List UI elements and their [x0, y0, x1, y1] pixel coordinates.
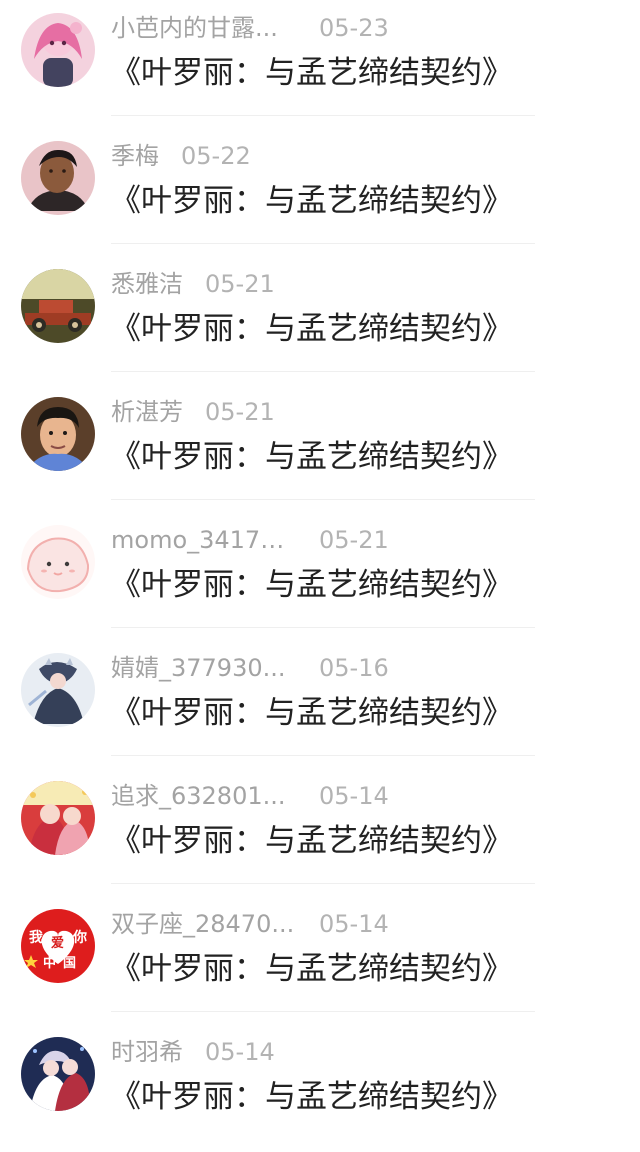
comment-text[interactable]: 《叶罗丽：与孟艺缔结契约》: [110, 948, 513, 990]
comment-meta: 悉雅洁 05-21: [111, 268, 275, 300]
anime-girl-pink-avatar-icon[interactable]: [21, 13, 95, 87]
comment-item[interactable]: 时羽希 05-14 《叶罗丽：与孟艺缔结契约》: [0, 1024, 640, 1152]
toy-car-photo-avatar-icon[interactable]: [21, 269, 95, 343]
comment-item[interactable]: 婧婧_377930... 05-16 《叶罗丽：与孟艺缔结契约》: [0, 640, 640, 768]
comment-meta: 小芭内的甘露... 05-23: [111, 12, 389, 44]
anime-couple-avatar-icon[interactable]: [21, 1037, 95, 1111]
comment-meta: 婧婧_377930... 05-16: [111, 652, 389, 684]
comment-item[interactable]: 我 爱 你 中 国 双子座_28470... 05-14 《叶罗丽：与孟艺缔结契约…: [0, 896, 640, 1024]
comment-text[interactable]: 《叶罗丽：与孟艺缔结契约》: [110, 820, 513, 862]
avatar-char-2: 爱: [51, 935, 64, 951]
comment-list: 小芭内的甘露... 05-23 《叶罗丽：与孟艺缔结契约》 季梅 05-22 《叶罗…: [0, 0, 640, 1152]
username[interactable]: 双子座_28470...: [111, 908, 297, 940]
heart-china-avatar-icon[interactable]: 我 爱 你 中 国: [21, 909, 95, 983]
child-photo-avatar-icon[interactable]: [21, 397, 95, 471]
comment-date: 05-14: [205, 1038, 275, 1066]
username[interactable]: 小芭内的甘露...: [111, 12, 297, 44]
comment-date: 05-14: [319, 782, 389, 810]
comment-item[interactable]: 析湛芳 05-21 《叶罗丽：与孟艺缔结契约》: [0, 384, 640, 512]
comment-text[interactable]: 《叶罗丽：与孟艺缔结契约》: [110, 564, 513, 606]
divider: [111, 755, 535, 756]
anime-warrior-avatar-icon[interactable]: [21, 653, 95, 727]
divider: [111, 371, 535, 372]
comment-text[interactable]: 《叶罗丽：与孟艺缔结契约》: [110, 308, 513, 350]
comment-text[interactable]: 《叶罗丽：与孟艺缔结契约》: [110, 52, 513, 94]
comment-meta: 追求_632801... 05-14: [111, 780, 389, 812]
avatar-char-5: 国: [63, 956, 76, 971]
username[interactable]: momo_34179...: [111, 524, 297, 556]
cute-blob-avatar-icon[interactable]: [21, 525, 95, 599]
comment-meta: momo_34179... 05-21: [111, 524, 389, 556]
comment-text[interactable]: 《叶罗丽：与孟艺缔结契约》: [110, 1076, 513, 1118]
divider: [111, 627, 535, 628]
username[interactable]: 婧婧_377930...: [111, 652, 297, 684]
person-photo-avatar-icon[interactable]: [21, 141, 95, 215]
comment-item[interactable]: 季梅 05-22 《叶罗丽：与孟艺缔结契约》: [0, 128, 640, 256]
username[interactable]: 时羽希: [111, 1036, 183, 1068]
comment-item[interactable]: 小芭内的甘露... 05-23 《叶罗丽：与孟艺缔结契约》: [0, 0, 640, 128]
comment-item[interactable]: 追求_632801... 05-14 《叶罗丽：与孟艺缔结契约》: [0, 768, 640, 896]
divider: [111, 115, 535, 116]
username[interactable]: 追求_632801...: [111, 780, 297, 812]
comment-date: 05-22: [181, 142, 251, 170]
comment-meta: 时羽希 05-14: [111, 1036, 275, 1068]
comment-date: 05-21: [205, 270, 275, 298]
comment-date: 05-23: [319, 14, 389, 42]
comment-date: 05-21: [205, 398, 275, 426]
divider: [111, 499, 535, 500]
comment-date: 05-21: [319, 526, 389, 554]
comment-date: 05-14: [319, 910, 389, 938]
comment-item[interactable]: 悉雅洁 05-21 《叶罗丽：与孟艺缔结契约》: [0, 256, 640, 384]
comment-date: 05-16: [319, 654, 389, 682]
comment-text[interactable]: 《叶罗丽：与孟艺缔结契约》: [110, 692, 513, 734]
divider: [111, 243, 535, 244]
divider: [111, 1011, 535, 1012]
comment-text[interactable]: 《叶罗丽：与孟艺缔结契约》: [110, 180, 513, 222]
username[interactable]: 季梅: [111, 140, 159, 172]
comment-meta: 析湛芳 05-21: [111, 396, 275, 428]
anime-christmas-avatar-icon[interactable]: [21, 781, 95, 855]
avatar-char-4: 中: [43, 955, 56, 971]
avatar-char-3: 你: [72, 929, 87, 946]
comment-text[interactable]: 《叶罗丽：与孟艺缔结契约》: [110, 436, 513, 478]
divider: [111, 883, 535, 884]
comment-item[interactable]: momo_34179... 05-21 《叶罗丽：与孟艺缔结契约》: [0, 512, 640, 640]
avatar-char-1: 我: [29, 930, 43, 946]
username[interactable]: 悉雅洁: [111, 268, 183, 300]
comment-meta: 双子座_28470... 05-14: [111, 908, 389, 940]
comment-meta: 季梅 05-22: [111, 140, 251, 172]
username[interactable]: 析湛芳: [111, 396, 183, 428]
